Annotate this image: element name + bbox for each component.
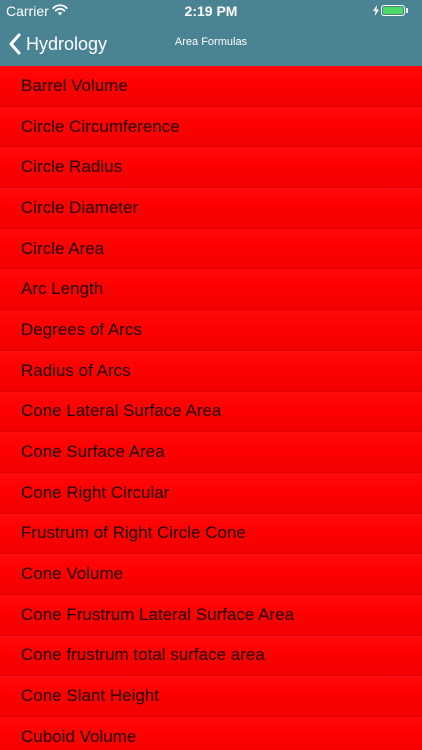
battery-cap: [406, 8, 408, 13]
battery-icon: [381, 5, 405, 16]
charging-icon: [373, 5, 379, 16]
top-bar: Carrier 2:19 PM Hydrology Area Formulas: [0, 0, 422, 66]
list-item-cone-lateral-surface-area[interactable]: Cone Lateral Surface Area: [0, 391, 422, 433]
navigation-bar: Hydrology Area Formulas: [0, 22, 422, 66]
list-item-circle-area[interactable]: Circle Area: [0, 228, 422, 270]
list-item-cone-slant-height[interactable]: Cone Slant Height: [0, 676, 422, 717]
list-item-degrees-of-arcs[interactable]: Degrees of Arcs: [0, 310, 422, 351]
list-item-cone-right-circular[interactable]: Cone Right Circular: [0, 472, 422, 514]
list-item-barrel-volume[interactable]: Barrel Volume: [0, 66, 422, 107]
list-item-cone-surface-area[interactable]: Cone Surface Area: [0, 432, 422, 473]
list-item-arc-length[interactable]: Arc Length: [0, 269, 422, 311]
list-item-cone-frustrum-lateral-surface-area[interactable]: Cone Frustrum Lateral Surface Area: [0, 594, 422, 636]
battery-level: [383, 7, 403, 14]
list-item-radius-of-arcs[interactable]: Radius of Arcs: [0, 350, 422, 392]
list-item-cone-frustrum-total-surface-area[interactable]: Cone frustrum total surface area: [0, 635, 422, 677]
list-item-circle-circumference[interactable]: Circle Circumference: [0, 106, 422, 148]
list-item-cuboid-volume[interactable]: Cuboid Volume: [0, 717, 422, 750]
status-time: 2:19 PM: [184, 3, 238, 19]
list-item-cone-volume[interactable]: Cone Volume: [0, 554, 422, 595]
formula-list: Barrel Volume Circle Circumference Circl…: [0, 66, 422, 750]
list-item-circle-diameter[interactable]: Circle Diameter: [0, 188, 422, 229]
page-title: Area Formulas: [174, 36, 248, 48]
status-bar: Carrier 2:19 PM: [0, 0, 422, 22]
list-item-circle-radius[interactable]: Circle Radius: [0, 147, 422, 189]
list-item-frustrum-right-circle-cone[interactable]: Frustrum of Right Circle Cone: [0, 513, 422, 555]
